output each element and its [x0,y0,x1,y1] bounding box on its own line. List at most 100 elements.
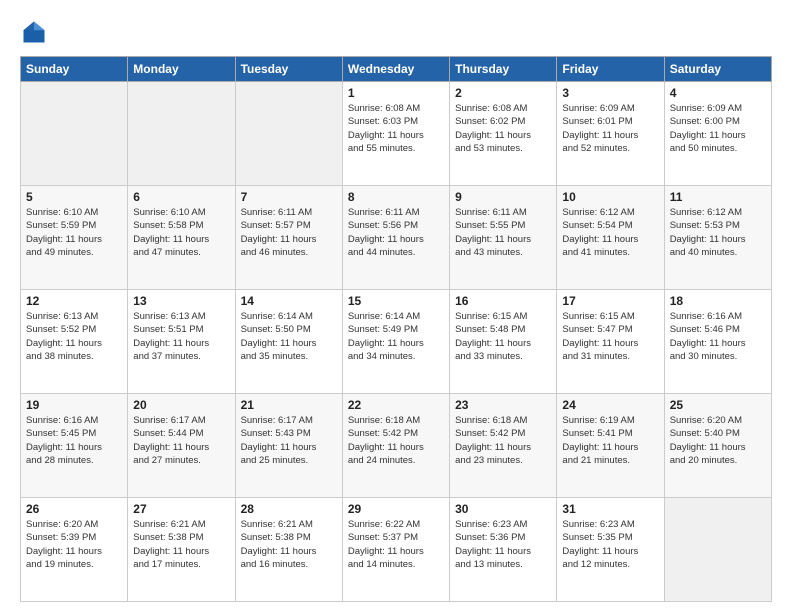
day-info: Sunrise: 6:15 AMSunset: 5:47 PMDaylight:… [562,310,658,363]
day-number: 4 [670,86,766,100]
day-number: 13 [133,294,229,308]
day-info: Sunrise: 6:21 AMSunset: 5:38 PMDaylight:… [241,518,337,571]
calendar-cell: 4 Sunrise: 6:09 AMSunset: 6:00 PMDaylight… [664,82,771,186]
day-info: Sunrise: 6:20 AMSunset: 5:39 PMDaylight:… [26,518,122,571]
day-number: 14 [241,294,337,308]
calendar-cell: 6 Sunrise: 6:10 AMSunset: 5:58 PMDaylight… [128,186,235,290]
day-number: 8 [348,190,444,204]
day-number: 28 [241,502,337,516]
day-info: Sunrise: 6:16 AMSunset: 5:46 PMDaylight:… [670,310,766,363]
day-info: Sunrise: 6:23 AMSunset: 5:35 PMDaylight:… [562,518,658,571]
calendar-cell [664,498,771,602]
day-info: Sunrise: 6:14 AMSunset: 5:50 PMDaylight:… [241,310,337,363]
day-number: 11 [670,190,766,204]
calendar-week-4: 19 Sunrise: 6:16 AMSunset: 5:45 PMDayligh… [21,394,772,498]
calendar-cell: 19 Sunrise: 6:16 AMSunset: 5:45 PMDayligh… [21,394,128,498]
calendar-week-3: 12 Sunrise: 6:13 AMSunset: 5:52 PMDayligh… [21,290,772,394]
day-number: 22 [348,398,444,412]
page: SundayMondayTuesdayWednesdayThursdayFrid… [0,0,792,612]
day-info: Sunrise: 6:17 AMSunset: 5:44 PMDaylight:… [133,414,229,467]
calendar-cell: 14 Sunrise: 6:14 AMSunset: 5:50 PMDayligh… [235,290,342,394]
day-info: Sunrise: 6:18 AMSunset: 5:42 PMDaylight:… [455,414,551,467]
day-info: Sunrise: 6:09 AMSunset: 6:00 PMDaylight:… [670,102,766,155]
calendar-cell [235,82,342,186]
weekday-header-thursday: Thursday [450,57,557,82]
day-number: 12 [26,294,122,308]
calendar-cell: 24Sunrise: 6:19 AMSunset: 5:41 PMDayligh… [557,394,664,498]
day-info: Sunrise: 6:09 AMSunset: 6:01 PMDaylight:… [562,102,658,155]
day-number: 21 [241,398,337,412]
weekday-header-tuesday: Tuesday [235,57,342,82]
calendar-table: SundayMondayTuesdayWednesdayThursdayFrid… [20,56,772,602]
calendar-cell: 2Sunrise: 6:08 AMSunset: 6:02 PMDaylight… [450,82,557,186]
calendar-cell: 1 Sunrise: 6:08 AMSunset: 6:03 PMDaylight… [342,82,449,186]
day-number: 5 [26,190,122,204]
calendar-cell: 11 Sunrise: 6:12 AMSunset: 5:53 PMDayligh… [664,186,771,290]
day-info: Sunrise: 6:10 AMSunset: 5:58 PMDaylight:… [133,206,229,259]
logo-icon [20,18,48,46]
day-number: 19 [26,398,122,412]
day-number: 29 [348,502,444,516]
day-info: Sunrise: 6:12 AMSunset: 5:54 PMDaylight:… [562,206,658,259]
day-info: Sunrise: 6:11 AMSunset: 5:56 PMDaylight:… [348,206,444,259]
day-info: Sunrise: 6:12 AMSunset: 5:53 PMDaylight:… [670,206,766,259]
calendar-cell: 21 Sunrise: 6:17 AMSunset: 5:43 PMDayligh… [235,394,342,498]
day-number: 30 [455,502,551,516]
day-number: 10 [562,190,658,204]
calendar-cell: 8 Sunrise: 6:11 AMSunset: 5:56 PMDaylight… [342,186,449,290]
weekday-header-sunday: Sunday [21,57,128,82]
day-number: 24 [562,398,658,412]
day-info: Sunrise: 6:08 AMSunset: 6:03 PMDaylight:… [348,102,444,155]
header [20,18,772,46]
day-number: 9 [455,190,551,204]
calendar-cell: 30Sunrise: 6:23 AMSunset: 5:36 PMDayligh… [450,498,557,602]
day-info: Sunrise: 6:22 AMSunset: 5:37 PMDaylight:… [348,518,444,571]
calendar-cell: 29 Sunrise: 6:22 AMSunset: 5:37 PMDayligh… [342,498,449,602]
calendar-cell: 28 Sunrise: 6:21 AMSunset: 5:38 PMDayligh… [235,498,342,602]
calendar-cell: 31 Sunrise: 6:23 AMSunset: 5:35 PMDayligh… [557,498,664,602]
calendar-week-1: 1 Sunrise: 6:08 AMSunset: 6:03 PMDaylight… [21,82,772,186]
calendar-cell: 26 Sunrise: 6:20 AMSunset: 5:39 PMDayligh… [21,498,128,602]
day-info: Sunrise: 6:10 AMSunset: 5:59 PMDaylight:… [26,206,122,259]
day-info: Sunrise: 6:20 AMSunset: 5:40 PMDaylight:… [670,414,766,467]
calendar-cell: 10 Sunrise: 6:12 AMSunset: 5:54 PMDayligh… [557,186,664,290]
calendar-cell [21,82,128,186]
calendar-cell [128,82,235,186]
day-number: 15 [348,294,444,308]
logo [20,18,52,46]
day-info: Sunrise: 6:15 AMSunset: 5:48 PMDaylight:… [455,310,551,363]
day-info: Sunrise: 6:13 AMSunset: 5:52 PMDaylight:… [26,310,122,363]
calendar-cell: 5 Sunrise: 6:10 AMSunset: 5:59 PMDaylight… [21,186,128,290]
calendar-cell: 20 Sunrise: 6:17 AMSunset: 5:44 PMDayligh… [128,394,235,498]
calendar-cell: 9 Sunrise: 6:11 AMSunset: 5:55 PMDaylight… [450,186,557,290]
day-number: 1 [348,86,444,100]
calendar-cell: 22 Sunrise: 6:18 AMSunset: 5:42 PMDayligh… [342,394,449,498]
day-info: Sunrise: 6:21 AMSunset: 5:38 PMDaylight:… [133,518,229,571]
calendar-cell: 23 Sunrise: 6:18 AMSunset: 5:42 PMDayligh… [450,394,557,498]
day-info: Sunrise: 6:16 AMSunset: 5:45 PMDaylight:… [26,414,122,467]
day-number: 23 [455,398,551,412]
day-info: Sunrise: 6:14 AMSunset: 5:49 PMDaylight:… [348,310,444,363]
weekday-header-saturday: Saturday [664,57,771,82]
day-number: 18 [670,294,766,308]
calendar-cell: 7Sunrise: 6:11 AMSunset: 5:57 PMDaylight… [235,186,342,290]
day-info: Sunrise: 6:11 AMSunset: 5:55 PMDaylight:… [455,206,551,259]
day-number: 7 [241,190,337,204]
calendar-cell: 17 Sunrise: 6:15 AMSunset: 5:47 PMDayligh… [557,290,664,394]
calendar-cell: 13 Sunrise: 6:13 AMSunset: 5:51 PMDayligh… [128,290,235,394]
day-number: 26 [26,502,122,516]
day-info: Sunrise: 6:17 AMSunset: 5:43 PMDaylight:… [241,414,337,467]
calendar-cell: 15 Sunrise: 6:14 AMSunset: 5:49 PMDayligh… [342,290,449,394]
day-number: 31 [562,502,658,516]
day-number: 17 [562,294,658,308]
weekday-header-wednesday: Wednesday [342,57,449,82]
weekday-header-monday: Monday [128,57,235,82]
day-number: 6 [133,190,229,204]
day-info: Sunrise: 6:18 AMSunset: 5:42 PMDaylight:… [348,414,444,467]
day-number: 27 [133,502,229,516]
day-info: Sunrise: 6:13 AMSunset: 5:51 PMDaylight:… [133,310,229,363]
day-number: 20 [133,398,229,412]
calendar-cell: 18 Sunrise: 6:16 AMSunset: 5:46 PMDayligh… [664,290,771,394]
weekday-header-friday: Friday [557,57,664,82]
day-info: Sunrise: 6:08 AMSunset: 6:02 PMDaylight:… [455,102,551,155]
